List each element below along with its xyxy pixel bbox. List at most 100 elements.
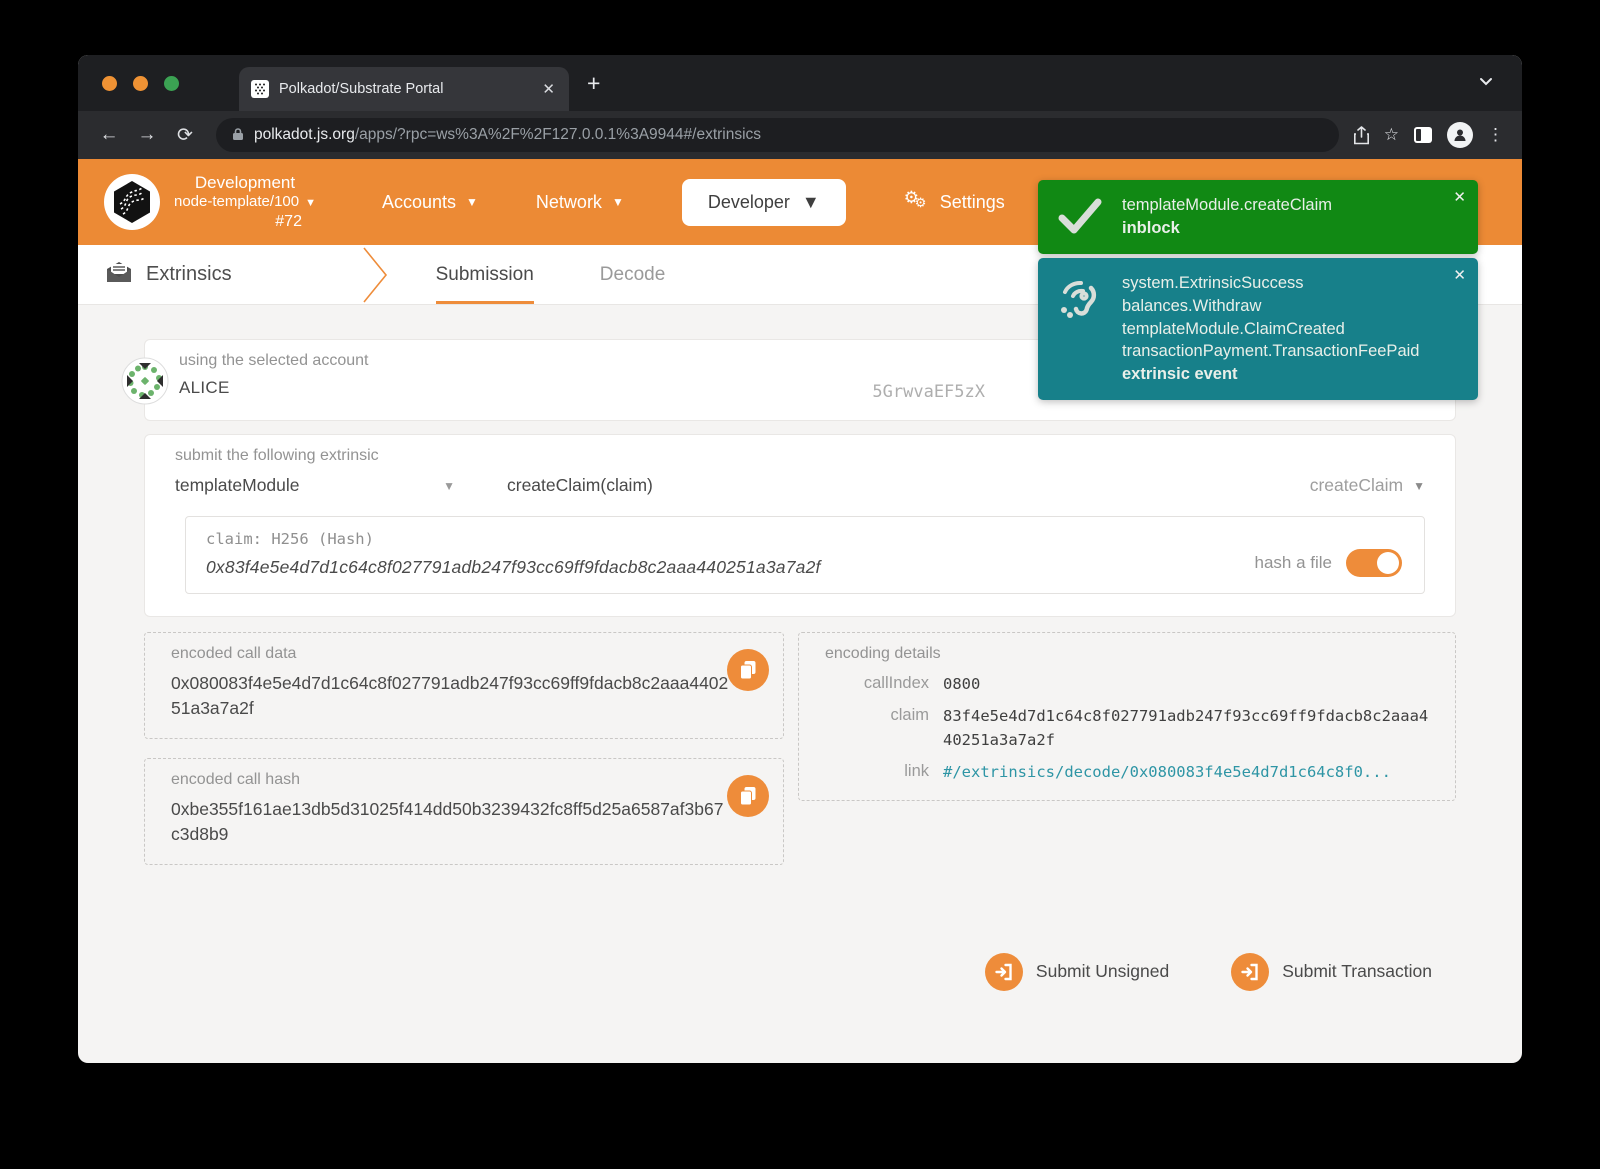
- zoom-window-button[interactable]: [164, 76, 179, 91]
- event-line: system.ExtrinsicSuccess: [1122, 272, 1419, 295]
- toast-success-status: inblock: [1122, 217, 1332, 240]
- close-icon[interactable]: ✕: [1453, 188, 1466, 206]
- copy-call-data-button[interactable]: [727, 649, 769, 691]
- back-button[interactable]: ←: [92, 118, 126, 152]
- forward-button[interactable]: →: [130, 118, 164, 152]
- action-buttons: Submit Unsigned Submit Transaction: [144, 953, 1432, 991]
- account-address: 5GrwvaEF5zX: [872, 382, 985, 402]
- chevron-down-icon: ▼: [1413, 479, 1425, 493]
- chevron-down-icon: ▼: [305, 197, 316, 209]
- call-select-value: createClaim: [1310, 475, 1403, 496]
- encoded-call-data-label: encoded call data: [171, 645, 757, 663]
- substrate-logo[interactable]: [104, 174, 160, 230]
- toast-event-body: system.ExtrinsicSuccess balances.Withdra…: [1122, 272, 1419, 386]
- decode-link[interactable]: #/extrinsics/decode/0x080083f4e5e4d7d1c6…: [943, 761, 1423, 784]
- detail-key: link: [825, 761, 929, 781]
- reload-button[interactable]: ⟳: [168, 118, 202, 152]
- sidepanel-icon[interactable]: [1413, 126, 1433, 144]
- toast-event[interactable]: system.ExtrinsicSuccess balances.Withdra…: [1038, 258, 1478, 400]
- detail-value-callindex: 0800: [943, 673, 1429, 696]
- submit-unsigned-button[interactable]: Submit Unsigned: [985, 953, 1169, 991]
- page-content: using the selected account ALICE 5GrwvaE…: [78, 305, 1522, 991]
- module-select-value: templateModule: [175, 475, 300, 496]
- chain-info[interactable]: Development node-template/100▼ #72: [174, 172, 316, 232]
- chevron-separator: [362, 245, 388, 304]
- gears-icon: ⚙⚙: [904, 191, 930, 213]
- chevron-down-icon: ▼: [612, 195, 624, 209]
- encoded-call-data-value: 0x080083f4e5e4d7d1c64c8f027791adb247f93c…: [171, 671, 731, 722]
- address-bar[interactable]: polkadot.js.org/apps/?rpc=ws%3A%2F%2F127…: [216, 118, 1339, 152]
- bookmark-star-icon[interactable]: ☆: [1384, 125, 1399, 145]
- copy-call-hash-button[interactable]: [727, 775, 769, 817]
- encoded-call-hash-box: encoded call hash 0xbe355f161ae13db5d310…: [144, 758, 784, 865]
- browser-window: Polkadot/Substrate Portal ✕ + ← → ⟳ polk…: [78, 55, 1522, 1063]
- claim-param-box: claim: H256 (Hash) 0x83f4e5e4d7d1c64c8f0…: [185, 516, 1425, 594]
- extrinsic-label: submit the following extrinsic: [175, 447, 1425, 465]
- nav-developer[interactable]: Developer▼: [682, 179, 846, 226]
- call-select[interactable]: createClaim ▼: [1310, 475, 1425, 496]
- module-select[interactable]: templateModule ▼: [175, 475, 455, 496]
- submit-unsigned-label: Submit Unsigned: [1036, 961, 1169, 982]
- chevron-down-icon: ▼: [466, 195, 478, 209]
- url-domain: polkadot.js.org: [254, 126, 355, 143]
- hash-a-file-control: hash a file: [1255, 549, 1403, 577]
- node-version: node-template/100▼: [174, 193, 316, 212]
- encoding-details-title: encoding details: [825, 645, 1429, 663]
- toggle-knob: [1377, 552, 1399, 574]
- listening-ear-icon: [1054, 272, 1106, 386]
- tab-decode[interactable]: Decode: [596, 245, 670, 304]
- url-path: /apps/?rpc=ws%3A%2F%2F127.0.0.1%3A9944#/…: [355, 126, 761, 143]
- browser-tabstrip: Polkadot/Substrate Portal ✕ +: [78, 55, 1522, 111]
- browser-menu-icon[interactable]: ⋮: [1487, 125, 1504, 145]
- encoded-call-hash-label: encoded call hash: [171, 771, 757, 789]
- nav-settings[interactable]: ⚙⚙ Settings: [904, 191, 1005, 213]
- detail-key: callIndex: [825, 673, 929, 693]
- hash-a-file-toggle[interactable]: [1346, 549, 1402, 577]
- toolbar-icons: ☆ ⋮: [1353, 122, 1508, 148]
- browser-tab[interactable]: Polkadot/Substrate Portal ✕: [239, 67, 569, 111]
- sign-in-icon: [1231, 953, 1269, 991]
- toast-success-title: templateModule.createClaim: [1122, 194, 1332, 217]
- share-icon[interactable]: [1353, 126, 1370, 145]
- profile-avatar[interactable]: [1447, 122, 1473, 148]
- nav-network[interactable]: Network▼: [536, 192, 624, 213]
- toast-event-footer: extrinsic event: [1122, 363, 1419, 386]
- chain-name: Development: [174, 172, 316, 193]
- nav-accounts[interactable]: Accounts▼: [382, 192, 478, 213]
- tab-search-chevron-icon[interactable]: [1478, 73, 1494, 94]
- submit-transaction-label: Submit Transaction: [1282, 961, 1432, 982]
- window-controls: [102, 76, 179, 91]
- encoded-section: encoded call data 0x080083f4e5e4d7d1c64c…: [144, 632, 1456, 865]
- encoded-call-hash-value: 0xbe355f161ae13db5d31025f414dd50b3239432…: [171, 797, 731, 848]
- encoding-details-rows: callIndex 0800 claim 83f4e5e4d7d1c64c8f0…: [825, 673, 1429, 784]
- account-identicon[interactable]: [121, 357, 169, 410]
- close-icon[interactable]: ✕: [1453, 266, 1466, 284]
- chevron-down-icon: ▼: [802, 192, 820, 213]
- event-line: transactionPayment.TransactionFeePaid: [1122, 340, 1419, 363]
- best-block-number: #72: [174, 212, 316, 232]
- tab-close-icon[interactable]: ✕: [540, 80, 557, 98]
- toast-success[interactable]: templateModule.createClaim inblock ✕: [1038, 180, 1478, 254]
- lock-icon: [232, 127, 244, 144]
- event-line: balances.Withdraw: [1122, 295, 1419, 318]
- extrinsic-selects: templateModule ▼ createClaim(claim) crea…: [175, 475, 1425, 496]
- new-tab-button[interactable]: +: [587, 70, 600, 97]
- encoding-details-box: encoding details callIndex 0800 claim 83…: [798, 632, 1456, 801]
- site-favicon-icon: [251, 80, 269, 98]
- tab-submission[interactable]: Submission: [432, 245, 538, 304]
- submit-transaction-button[interactable]: Submit Transaction: [1231, 953, 1432, 991]
- close-window-button[interactable]: [102, 76, 117, 91]
- call-signature: createClaim(claim): [507, 475, 653, 496]
- extrinsic-card: submit the following extrinsic templateM…: [144, 434, 1456, 617]
- chevron-down-icon: ▼: [443, 479, 455, 493]
- claim-param-value[interactable]: 0x83f4e5e4d7d1c64c8f027791adb247f93cc69f…: [206, 557, 1404, 578]
- main-nav: Accounts▼ Network▼ Developer▼ ⚙⚙ Setting…: [382, 179, 1005, 226]
- hash-a-file-label: hash a file: [1255, 553, 1333, 573]
- detail-key: claim: [825, 705, 929, 725]
- mail-icon: [106, 261, 132, 289]
- sign-in-icon: [985, 953, 1023, 991]
- tab-title: Polkadot/Substrate Portal: [279, 81, 530, 97]
- section-title: Extrinsics: [106, 245, 232, 304]
- toast-success-body: templateModule.createClaim inblock: [1122, 194, 1332, 240]
- minimize-window-button[interactable]: [133, 76, 148, 91]
